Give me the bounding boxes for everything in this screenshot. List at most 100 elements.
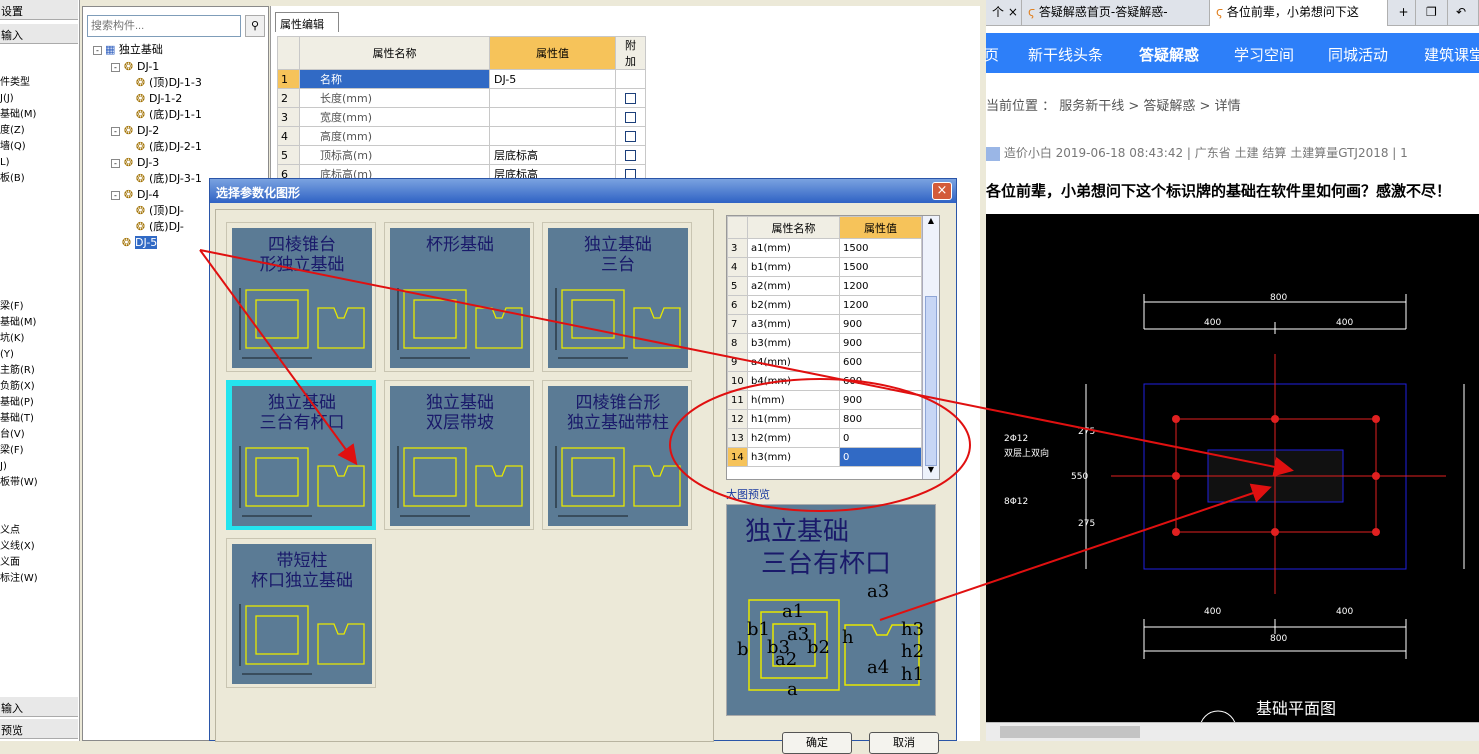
component-type-item[interactable]: J(J) [0, 91, 14, 107]
nav-item[interactable]: 建筑课堂 [1424, 44, 1479, 65]
scroll-down-icon[interactable]: ▼ [924, 465, 938, 479]
table-row[interactable]: 10 b4(mm) 600 [727, 371, 922, 391]
component-type-item[interactable]: 坑(K) [0, 331, 24, 347]
checkbox[interactable] [625, 112, 636, 123]
parameter-value[interactable]: 900 [839, 314, 922, 334]
parameter-value[interactable]: 900 [839, 333, 922, 353]
table-row[interactable]: 3 a1(mm) 1500 [727, 238, 922, 258]
close-button[interactable]: × [932, 182, 952, 200]
browser-tab[interactable]: ϛ 答疑解惑首页-答疑解惑- [1022, 0, 1210, 26]
parameter-value[interactable]: 800 [839, 409, 922, 429]
component-type-item[interactable]: 义面 [0, 555, 20, 571]
component-type-item[interactable]: (Y) [0, 347, 14, 363]
shape-option[interactable]: 四棱锥台形 独立基础带柱 [542, 380, 692, 530]
tree-root[interactable]: - ▦ 独立基础 [93, 42, 163, 58]
table-row[interactable]: 14 h3(mm) 0 [727, 447, 922, 467]
parameter-value[interactable]: 600 [839, 352, 922, 372]
nav-item[interactable]: 页 [984, 44, 999, 65]
panel-header[interactable]: 预览 [0, 719, 78, 739]
search-input[interactable] [87, 15, 241, 37]
component-type-item[interactable]: 基础(M) [0, 315, 36, 331]
table-row[interactable]: 5 a2(mm) 1200 [727, 276, 922, 296]
component-type-item[interactable]: 梁(F) [0, 299, 24, 315]
tree-item[interactable]: ❂ (顶)DJ- [135, 203, 184, 219]
table-row[interactable]: 5 顶标高(m) 层底标高 [277, 145, 646, 165]
scroll-up-icon[interactable]: ▲ [924, 216, 938, 230]
table-row[interactable]: 7 a3(mm) 900 [727, 314, 922, 334]
component-type-item[interactable]: 负筋(X) [0, 379, 35, 395]
shape-option[interactable]: 杯形基础 [384, 222, 534, 372]
search-button[interactable]: ⚲ [245, 15, 265, 37]
cancel-button[interactable]: 取消 [869, 732, 939, 754]
parameter-value[interactable]: 1200 [839, 295, 922, 315]
property-value[interactable]: DJ-5 [489, 69, 616, 89]
tree-item[interactable]: ❂ DJ-1-2 [135, 91, 182, 107]
property-value[interactable]: 层底标高 [489, 145, 616, 165]
collapse-icon[interactable]: - [93, 45, 102, 55]
table-row[interactable]: 12 h1(mm) 800 [727, 409, 922, 429]
table-row[interactable]: 1 名称 DJ-5 [277, 69, 646, 89]
tree-group[interactable]: - ❂ DJ-4 [111, 187, 159, 203]
component-type-item[interactable]: 板带(W) [0, 475, 38, 491]
parameter-value[interactable]: 0 [839, 428, 922, 448]
checkbox[interactable] [625, 93, 636, 104]
tree-item[interactable]: ❂ DJ-5 [121, 235, 158, 251]
parameter-value[interactable]: 1200 [839, 276, 922, 296]
table-row[interactable]: 6 b2(mm) 1200 [727, 295, 922, 315]
table-row[interactable]: 4 b1(mm) 1500 [727, 257, 922, 277]
tree-item[interactable]: ❂ (顶)DJ-1-3 [135, 75, 202, 91]
panel-header[interactable]: 输入 [0, 697, 78, 717]
component-type-item[interactable]: 主筋(R) [0, 363, 35, 379]
component-type-item[interactable]: 墙(Q) [0, 139, 26, 155]
close-icon[interactable]: × [1008, 5, 1018, 19]
attach-checkbox-cell[interactable] [615, 69, 646, 89]
tree-item[interactable]: ❂ (底)DJ-3-1 [135, 171, 202, 187]
horizontal-scrollbar[interactable] [986, 722, 1479, 741]
tree-item[interactable]: ❂ (底)DJ-2-1 [135, 139, 202, 155]
parameter-value[interactable]: 1500 [839, 238, 922, 258]
vertical-scrollbar[interactable]: ▲ ▼ [922, 216, 939, 479]
tree-group[interactable]: - ❂ DJ-1 [111, 59, 159, 75]
parameter-value[interactable]: 1500 [839, 257, 922, 277]
collapse-icon[interactable]: - [111, 62, 120, 72]
component-type-item[interactable]: 件类型 [0, 75, 30, 91]
shape-option[interactable]: 独立基础 三台有杯口 [226, 380, 376, 530]
component-type-item[interactable]: L) [0, 155, 9, 171]
browser-tab[interactable]: 个 × [986, 0, 1022, 26]
table-row[interactable]: 3 宽度(mm) [277, 107, 646, 127]
property-value[interactable] [489, 107, 616, 127]
tree-group[interactable]: - ❂ DJ-3 [111, 155, 159, 171]
collapse-icon[interactable]: - [111, 158, 120, 168]
restore-icon[interactable]: ❐ [1420, 0, 1448, 26]
nav-item-active[interactable]: 答疑解惑 [1139, 44, 1199, 65]
attach-checkbox-cell[interactable] [615, 88, 646, 108]
table-row[interactable]: 2 长度(mm) [277, 88, 646, 108]
component-type-item[interactable]: 标注(W) [0, 571, 38, 587]
component-type-item[interactable]: 基础(M) [0, 107, 36, 123]
component-type-item[interactable]: J) [0, 459, 7, 475]
component-type-item[interactable]: 度(Z) [0, 123, 25, 139]
shape-option[interactable]: 独立基础 双层带坡 [384, 380, 534, 530]
component-type-item[interactable]: 板(B) [0, 171, 25, 187]
tree-item[interactable]: ❂ (底)DJ-1-1 [135, 107, 202, 123]
panel-header[interactable]: 输入 [0, 24, 78, 44]
shape-option[interactable]: 四棱锥台 形独立基础 [226, 222, 376, 372]
browser-tab-active[interactable]: ϛ 各位前辈，小弟想问下这 [1210, 0, 1388, 26]
tab-property-edit[interactable]: 属性编辑 [275, 12, 339, 32]
component-type-item[interactable]: 基础(T) [0, 411, 34, 427]
component-type-item[interactable]: 基础(P) [0, 395, 34, 411]
component-type-item[interactable]: 梁(F) [0, 443, 24, 459]
checkbox[interactable] [625, 150, 636, 161]
table-row[interactable]: 13 h2(mm) 0 [727, 428, 922, 448]
attach-checkbox-cell[interactable] [615, 145, 646, 165]
collapse-icon[interactable]: - [111, 190, 120, 200]
component-type-item[interactable]: 义点 [0, 523, 20, 539]
nav-item[interactable]: 新干线头条 [1028, 44, 1103, 65]
shape-option[interactable]: 独立基础 三台 [542, 222, 692, 372]
new-tab-button[interactable]: + [1392, 0, 1416, 26]
property-value[interactable] [489, 88, 616, 108]
table-row[interactable]: 4 高度(mm) [277, 126, 646, 146]
back-icon[interactable]: ↶ [1450, 0, 1479, 26]
parameter-value[interactable]: 900 [839, 390, 922, 410]
ok-button[interactable]: 确定 [782, 732, 852, 754]
